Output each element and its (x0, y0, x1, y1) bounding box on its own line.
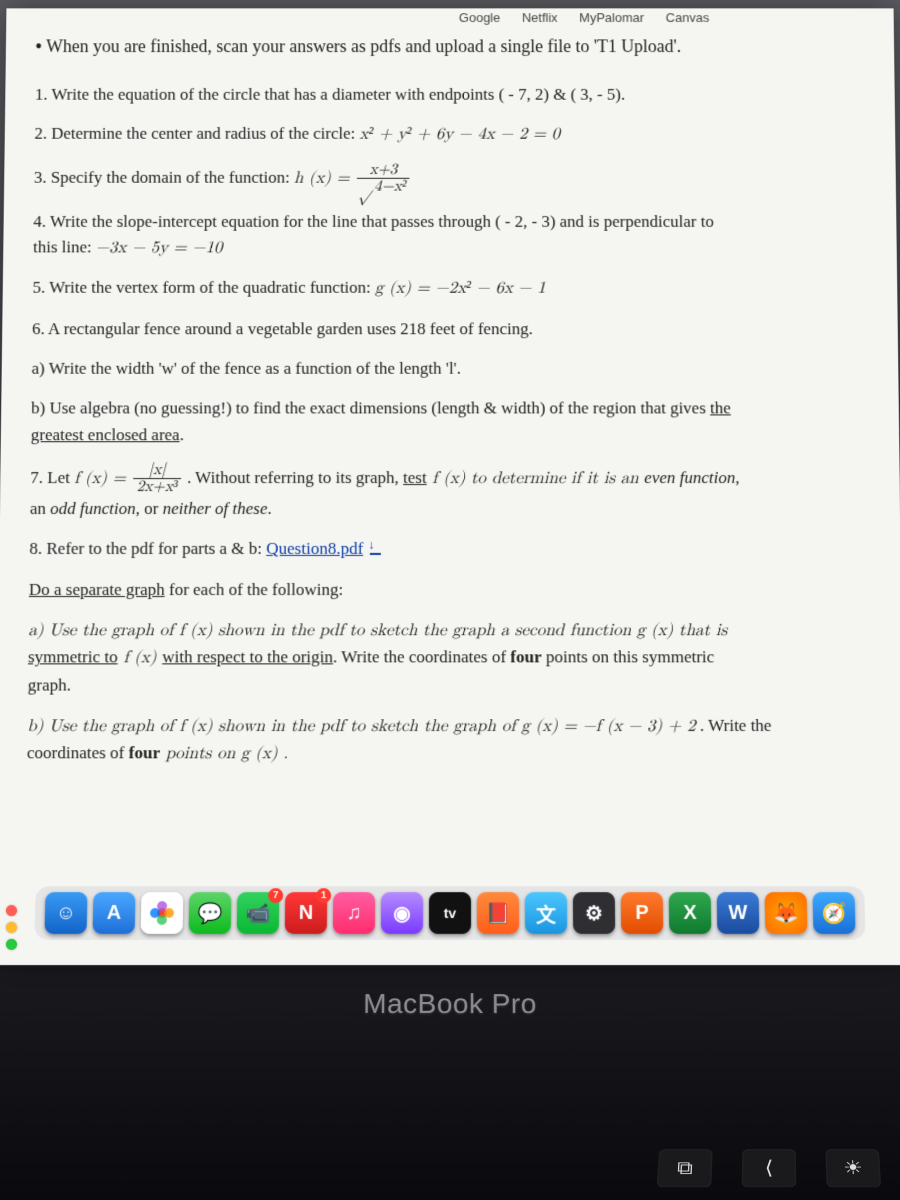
dock-appletv-icon[interactable]: tv (429, 892, 471, 934)
question-6a: a) Write the width 'w' of the fence as a… (31, 356, 880, 382)
dock-podcasts-icon[interactable]: ◉ (381, 892, 423, 934)
dock-safari-icon[interactable]: 🧭 (813, 892, 856, 934)
brightness-key-icon[interactable]: ☀ (825, 1149, 881, 1187)
question-1: 1. Write the equation of the circle that… (35, 82, 877, 108)
macbook-pro-label: MacBook Pro (363, 988, 537, 1020)
badge: 7 (268, 888, 283, 903)
dock-firefox-icon[interactable]: 🦊 (765, 892, 808, 934)
minimize-icon[interactable] (6, 922, 17, 933)
question-5: 5. Write the vertex form of the quadrati… (32, 275, 879, 302)
bookmarks-bar: Google Netflix MyPalomar Canvas (292, 8, 876, 28)
dock-finder-icon[interactable]: ☺ (45, 892, 88, 934)
keyboard-fn-row: ⧉ ⟨ ☀ (657, 1149, 881, 1187)
question-6b: b) Use algebra (no guessing!) to find th… (31, 396, 882, 448)
dock-excel-icon[interactable]: X (669, 892, 712, 934)
dock-settings-icon[interactable]: ⚙ (573, 892, 615, 934)
dock-facetime-icon[interactable]: 📹 7 (237, 892, 279, 934)
bookmark-google[interactable]: Google (459, 8, 500, 28)
back-key-icon[interactable]: ⟨ (742, 1149, 797, 1187)
dock-books-icon[interactable]: 📕 (477, 892, 519, 934)
macos-dock: ☺ A 💬 📹 7 N 1 ♫ ◉ tv 📕 文 ⚙ P X W 🦊 🧭 (34, 886, 865, 940)
instructions-bullet: When you are finished, scan your answers… (35, 34, 876, 61)
question-3: 3. Specify the domain of the function: h… (34, 162, 878, 195)
question-6: 6. A rectangular fence around a vegetabl… (31, 316, 882, 448)
dock-messages-icon[interactable]: 💬 (189, 892, 232, 934)
fraction: |x| 2x+x³ (132, 462, 183, 496)
question8-pdf-link[interactable]: Question8.pdf (266, 539, 363, 558)
dock-translate-icon[interactable]: 文 (525, 892, 567, 934)
dock-word-icon[interactable]: W (717, 892, 760, 934)
bookmark-netflix[interactable]: Netflix (522, 8, 558, 28)
fraction: x+3 √4−x² (355, 162, 411, 195)
close-icon[interactable] (6, 905, 17, 916)
question-8a: a) Use the graph of f (x) shown in the p… (28, 617, 885, 699)
browser-page: Google Netflix MyPalomar Canvas When you… (0, 8, 900, 965)
question-4: 4. Write the slope-intercept equation fo… (33, 209, 879, 262)
dock-powerpoint-icon[interactable]: P (621, 892, 663, 934)
screenshot-key-icon[interactable]: ⧉ (657, 1149, 713, 1187)
window-traffic-lights (6, 905, 17, 950)
badge: 1 (316, 888, 331, 903)
bookmark-canvas[interactable]: Canvas (666, 8, 710, 28)
dock-appstore-icon[interactable]: A (93, 892, 136, 934)
dock-photos-icon[interactable] (141, 892, 184, 934)
maximize-icon[interactable] (6, 939, 17, 950)
bookmark-mypalomar[interactable]: MyPalomar (579, 8, 644, 28)
question-7: 7. Let f (x) = |x| 2x+x³ . Without refer… (30, 462, 883, 522)
download-icon[interactable] (369, 542, 380, 555)
question-2: 2. Determine the center and radius of th… (34, 122, 877, 149)
dock-music-icon[interactable]: ♫ (333, 892, 375, 934)
question-8: 8. Refer to the pdf for parts a & b: Que… (27, 536, 886, 768)
question-8b: b) Use the graph of f (x) shown in the p… (27, 713, 886, 768)
dock-netflix-icon[interactable]: N 1 (285, 892, 327, 934)
